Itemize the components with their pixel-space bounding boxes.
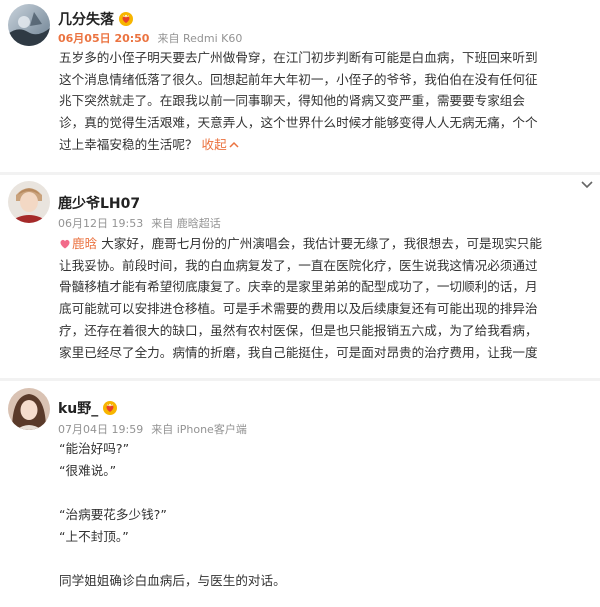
post-text-line: 让我妥协。前段时间，我的白血病复发了，一直在医院化疗，医生说我这情况必须通过 <box>59 257 538 273</box>
post-text-line: 家里已经尽了全力。病情的折磨，我自己能挺住，可是面对昂贵的治疗费用，让我一度 <box>59 344 538 360</box>
post-text-line: “治病要花多少钱?” <box>59 507 167 522</box>
heart-topic-icon <box>60 239 70 249</box>
post-body: 鹿晗 大家好，鹿哥七月份的广州演唱会，我估计要无缘了，我很想去，可是现实只能 让… <box>59 233 594 363</box>
chevron-down-icon[interactable] <box>580 180 594 190</box>
post-text-line: 同学姐姐确诊白血病后，与医生的对话。 <box>59 573 286 588</box>
post-meta: 06月05日 20:50 来自 Redmi K60 <box>58 30 242 46</box>
post-card: 鹿少爷LH07 06月12日 19:53 来自 鹿晗超话 鹿晗 大家好，鹿哥七月份… <box>0 175 600 378</box>
post-text-line: 底可能就可以安排进仓移植。可是手术需要的费用以及后续康复还有可能出现的排异治 <box>59 301 538 317</box>
username[interactable]: 几分失落 <box>58 9 133 29</box>
post-text-line: “能治好吗?” <box>59 441 130 456</box>
post-source: 来自 iPhone客户端 <box>151 423 247 436</box>
post-meta: 06月12日 19:53 来自 鹿晗超话 <box>58 215 221 231</box>
crowned-heart-badge-icon <box>119 12 133 26</box>
crowned-heart-badge-icon <box>103 401 118 415</box>
avatar[interactable] <box>8 4 50 46</box>
post-text-line: 过上幸福安稳的生活呢？ 收起 <box>59 134 594 156</box>
avatar[interactable] <box>8 181 50 223</box>
username[interactable]: ku野_ <box>58 398 118 418</box>
post-source: 来自 鹿晗超话 <box>151 217 221 230</box>
chevron-up-icon <box>229 141 239 148</box>
post-meta: 07月04日 19:59 来自 iPhone客户端 <box>58 421 247 437</box>
post-text-line: 这个消息情绪低落了很久。回想起前年大年初一，小侄子的爷爷，我伯伯在没有任何征 <box>59 71 538 87</box>
collapse-link[interactable]: 收起 <box>198 137 239 152</box>
post-text-line: 五岁多的小侄子明天要去广州做骨穿，在江门初步判断有可能是白血病，下班回来听到 <box>59 50 538 65</box>
post-text-line: 鹿晗 大家好，鹿哥七月份的广州演唱会，我估计要无缘了，我很想去，可是现实只能 <box>59 233 594 255</box>
post-text-line: 疗，还存在着很大的缺口，虽然有农村医保，但是也只能报销五六成，为了给我看病， <box>59 322 538 338</box>
post-text-line: 诊，真的觉得生活艰难，天意弄人，这个世界什么时候才能够变得人人无病无痛，个个 <box>59 115 538 131</box>
post-date[interactable]: 06月05日 20:50 <box>58 32 149 45</box>
topic-link[interactable]: 鹿晗 <box>59 236 97 251</box>
username[interactable]: 鹿少爷LH07 <box>58 193 140 213</box>
post-source: 来自 Redmi K60 <box>157 32 243 45</box>
post-text-line: 兆下突然就走了。在跟我以前一同事聊天，得知他的肾病又变严重，需要要专家组会 <box>59 93 525 109</box>
post-date[interactable]: 06月12日 19:53 <box>58 217 143 230</box>
post-date[interactable]: 07月04日 19:59 <box>58 423 143 436</box>
post-card: ku野_ 07月04日 19:59 来自 iPhone客户端 “能治好吗?” “很… <box>0 381 600 607</box>
post-body: 五岁多的小侄子明天要去广州做骨穿，在江门初步判断有可能是白血病，下班回来听到 这… <box>59 47 594 156</box>
post-text-line: 骨髓移植才能有希望彻底康复了。庆幸的是家里弟弟的配型成功了，一切顺利的话，月 <box>59 279 538 295</box>
post-card: 几分失落 06月05日 20:50 来自 Redmi K60 五岁多的小侄子明天要… <box>0 0 600 172</box>
post-text-line: “很难说。” <box>59 463 117 478</box>
post-text-line: “上不封顶。” <box>59 529 129 544</box>
avatar[interactable] <box>8 388 50 430</box>
post-body: “能治好吗?” “很难说。” “治病要花多少钱?” “上不封顶。” 同学姐姐确诊… <box>59 438 594 592</box>
